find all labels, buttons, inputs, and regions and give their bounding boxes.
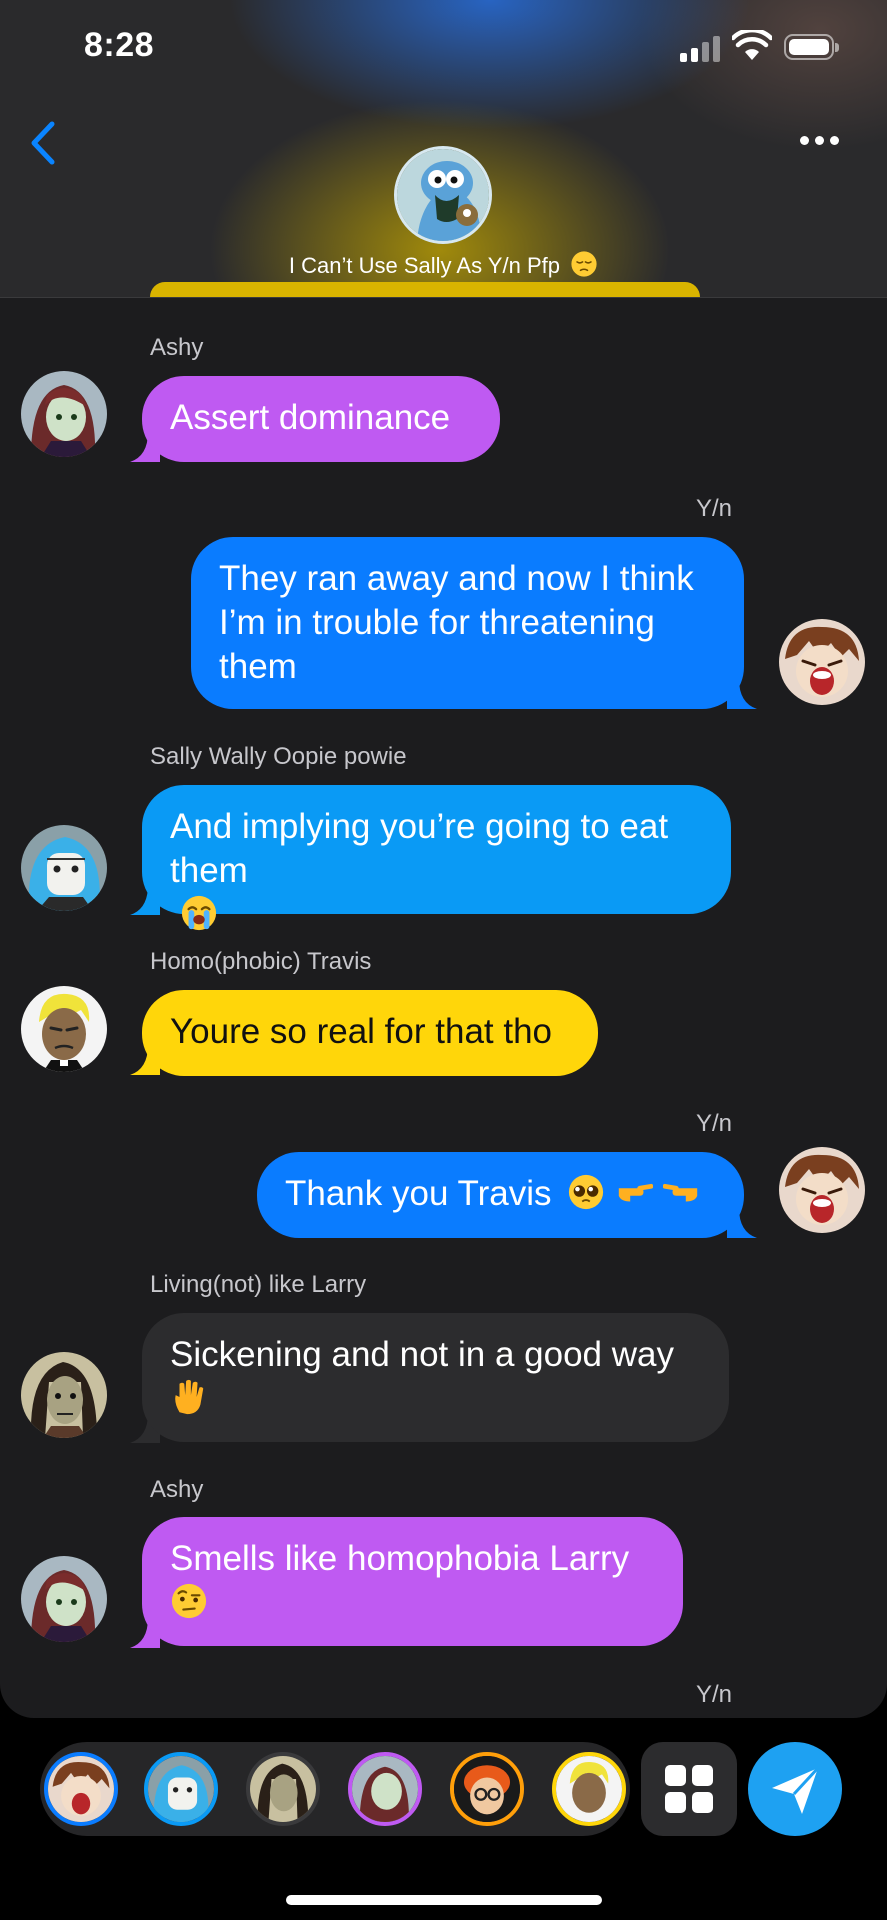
battery-icon: [784, 34, 839, 60]
message-bubble[interactable]: And implying you’re going to eat them: [142, 785, 731, 931]
travis-avatar[interactable]: [552, 1752, 626, 1826]
chat-view[interactable]: 8:28 I Can’t Use Sally As Y/n Pfp Ashy A…: [0, 0, 887, 1718]
sender-name: Homo(phobic) Travis: [150, 948, 372, 975]
message-text: Assert dominance: [170, 398, 451, 437]
message-bubble[interactable]: Assert dominance: [142, 376, 500, 462]
sender-name: Living(not) like Larry: [150, 1271, 367, 1298]
ashy-avatar[interactable]: [348, 1752, 422, 1826]
yn-avatar[interactable]: [779, 619, 865, 705]
ashy-avatar[interactable]: [21, 1556, 107, 1642]
status-time: 8:28: [84, 26, 155, 64]
loudly-crying-face-emoji: [181, 895, 217, 931]
more-options-icon[interactable]: [800, 126, 848, 154]
ashy-avatar[interactable]: [21, 371, 107, 457]
back-chevron-icon[interactable]: [24, 118, 64, 168]
larry-avatar[interactable]: [21, 1352, 107, 1438]
message-text: They ran away and now I think I’m in tro…: [219, 559, 694, 686]
yn-avatar[interactable]: [44, 1752, 118, 1826]
message-text: Youre so real for that tho: [170, 1012, 553, 1051]
sally-avatar[interactable]: [144, 1752, 218, 1826]
message-text: And implying you’re going to eat them: [170, 807, 669, 890]
sender-name: Ashy: [150, 334, 204, 361]
message-text: Sickening and not in a good way: [170, 1335, 674, 1374]
neil-avatar[interactable]: [450, 1752, 524, 1826]
sender-name: Y/n: [696, 495, 733, 522]
sender-name: Y/n: [696, 1110, 733, 1137]
chat-header: 8:28 I Can’t Use Sally As Y/n Pfp: [0, 0, 887, 298]
cellular-signal-icon: [680, 34, 724, 62]
message-text: Smells like homophobia Larry: [170, 1539, 630, 1578]
group-avatar[interactable]: [394, 146, 492, 244]
pleading-face-pointing-fingers-emoji: [567, 1174, 700, 1213]
group-name: I Can’t Use Sally As Y/n Pfp: [0, 250, 887, 279]
screen: 8:28 I Can’t Use Sally As Y/n Pfp Ashy A…: [0, 0, 887, 1920]
sender-name: Ashy: [150, 1476, 204, 1503]
character-picker-bar[interactable]: [40, 1742, 630, 1836]
sender-name: Y/n: [696, 1681, 733, 1708]
sally-avatar[interactable]: [21, 825, 107, 911]
pensive-face-emoji: [571, 251, 597, 277]
yn-avatar[interactable]: [779, 1147, 865, 1233]
wifi-icon: [732, 30, 772, 60]
larry-avatar[interactable]: [246, 1752, 320, 1826]
home-indicator[interactable]: [286, 1895, 602, 1905]
travis-avatar[interactable]: [21, 986, 107, 1072]
raised-hand-emoji: [175, 1379, 204, 1415]
face-with-raised-eyebrow-emoji: [171, 1583, 207, 1619]
message-text: Thank you Travis: [285, 1174, 552, 1213]
sender-name: Sally Wally Oopie powie: [150, 743, 407, 770]
message-bubble[interactable]: Thank you Travis: [257, 1152, 744, 1238]
message-bubble[interactable]: They ran away and now I think I’m in tro…: [191, 537, 744, 709]
message-bubble[interactable]: Smells like homophobia Larry: [142, 1517, 683, 1646]
message-bubble[interactable]: Sickening and not in a good way: [142, 1313, 729, 1442]
header-glow: [150, 282, 700, 297]
apps-grid-icon[interactable]: [641, 1742, 737, 1836]
paper-plane-send-icon[interactable]: [748, 1742, 842, 1836]
message-bubble[interactable]: Youre so real for that tho: [142, 990, 598, 1076]
group-name-text: I Can’t Use Sally As Y/n Pfp: [288, 253, 560, 278]
